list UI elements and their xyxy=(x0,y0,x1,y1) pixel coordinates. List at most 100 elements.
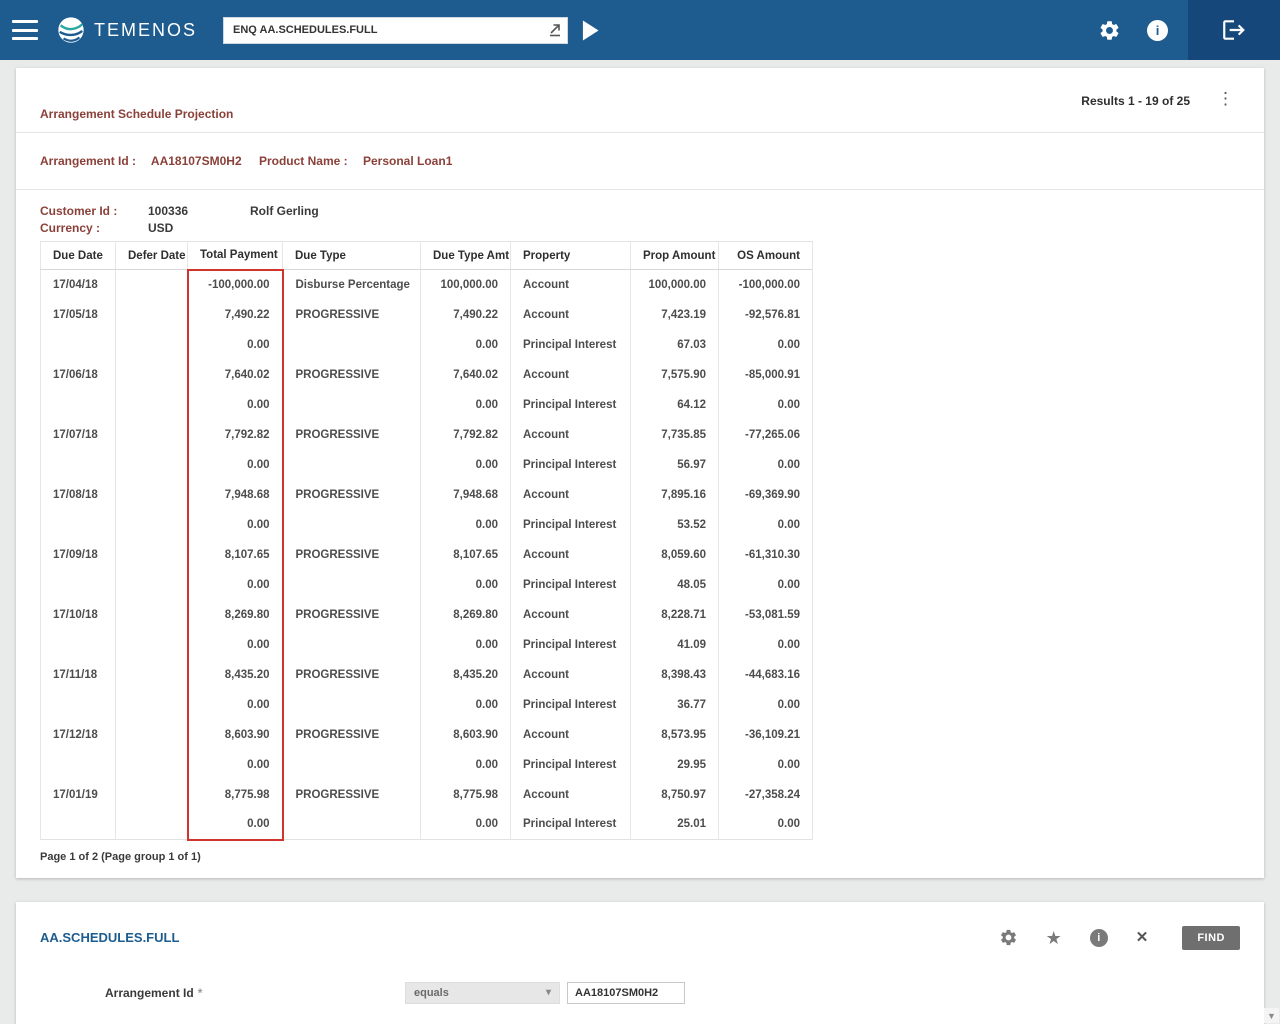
column-header[interactable]: OS Amount xyxy=(719,242,813,270)
table-cell xyxy=(116,630,188,660)
table-cell: -85,000.91 xyxy=(719,360,813,390)
table-cell: 8,107.65 xyxy=(188,540,283,570)
product-name-value: Personal Loan1 xyxy=(363,154,452,168)
customer-id-value: 100336 xyxy=(148,204,250,218)
menu-icon[interactable] xyxy=(12,20,38,40)
operator-select[interactable]: equals ▾ xyxy=(405,982,560,1004)
table-cell: -77,265.06 xyxy=(719,420,813,450)
column-header[interactable]: Due Date xyxy=(41,242,116,270)
table-cell: 64.12 xyxy=(631,390,719,420)
table-cell: 8,750.97 xyxy=(631,780,719,810)
currency-label: Currency : xyxy=(40,221,148,235)
column-header[interactable]: Due Type xyxy=(283,242,421,270)
find-button[interactable]: FIND xyxy=(1182,926,1240,950)
table-cell: 8,603.90 xyxy=(421,720,511,750)
field-label-text: Arrangement Id xyxy=(105,986,194,1000)
more-options-icon[interactable]: ⋮ xyxy=(1217,90,1234,107)
column-header[interactable]: Due Type Amt xyxy=(421,242,511,270)
run-button[interactable] xyxy=(581,19,600,42)
table-cell: 17/08/18 xyxy=(41,480,116,510)
command-input[interactable] xyxy=(223,17,568,44)
table-row[interactable]: 17/08/187,948.68PROGRESSIVE7,948.68Accou… xyxy=(41,480,813,510)
table-row[interactable]: 0.000.00Principal Interest48.050.00 xyxy=(41,570,813,600)
table-cell: Account xyxy=(511,270,631,300)
scrollbar-down-button[interactable]: ▼ xyxy=(1264,1008,1279,1023)
close-icon[interactable]: ✕ xyxy=(1136,930,1149,945)
info-icon[interactable]: i xyxy=(1147,20,1168,41)
table-row[interactable]: 17/05/187,490.22PROGRESSIVE7,490.22Accou… xyxy=(41,300,813,330)
table-cell xyxy=(116,810,188,840)
table-row[interactable]: 0.000.00Principal Interest64.120.00 xyxy=(41,390,813,420)
enquiry-criteria-card: AA.SCHEDULES.FULL ★ i ✕ FIND Arrangement… xyxy=(16,902,1264,1024)
table-cell: 0.00 xyxy=(719,570,813,600)
customer-id-label: Customer Id : xyxy=(40,204,148,218)
table-cell: 8,228.71 xyxy=(631,600,719,630)
table-cell xyxy=(41,330,116,360)
table-row[interactable]: 0.000.00Principal Interest36.770.00 xyxy=(41,690,813,720)
table-cell: Account xyxy=(511,540,631,570)
table-cell: 7,575.90 xyxy=(631,360,719,390)
table-cell: -92,576.81 xyxy=(719,300,813,330)
table-cell: 17/05/18 xyxy=(41,300,116,330)
table-cell: 7,423.19 xyxy=(631,300,719,330)
favorite-icon[interactable]: ★ xyxy=(1046,929,1062,947)
table-cell: 0.00 xyxy=(421,330,511,360)
column-header[interactable]: Defer Date xyxy=(116,242,188,270)
table-cell xyxy=(116,570,188,600)
settings-icon[interactable] xyxy=(999,928,1018,947)
table-cell: 7,490.22 xyxy=(421,300,511,330)
table-cell: 7,490.22 xyxy=(188,300,283,330)
table-cell: Account xyxy=(511,600,631,630)
table-cell: Principal Interest xyxy=(511,630,631,660)
table-cell: -44,683.16 xyxy=(719,660,813,690)
table-row[interactable]: 17/10/188,269.80PROGRESSIVE8,269.80Accou… xyxy=(41,600,813,630)
table-cell: -69,369.90 xyxy=(719,480,813,510)
table-row[interactable]: 17/06/187,640.02PROGRESSIVE7,640.02Accou… xyxy=(41,360,813,390)
table-cell: 48.05 xyxy=(631,570,719,600)
table-cell: PROGRESSIVE xyxy=(283,540,421,570)
settings-icon[interactable] xyxy=(1098,19,1121,42)
table-cell: 17/04/18 xyxy=(41,270,116,300)
table-cell: 8,269.80 xyxy=(188,600,283,630)
table-cell: Principal Interest xyxy=(511,510,631,540)
table-cell: 0.00 xyxy=(421,570,511,600)
table-cell xyxy=(283,330,421,360)
table-cell: 0.00 xyxy=(188,810,283,840)
table-row[interactable]: 0.000.00Principal Interest41.090.00 xyxy=(41,630,813,660)
table-cell xyxy=(41,630,116,660)
table-row[interactable]: 0.000.00Principal Interest29.950.00 xyxy=(41,750,813,780)
table-cell xyxy=(116,420,188,450)
table-cell: 8,603.90 xyxy=(188,720,283,750)
table-row[interactable]: 0.000.00Principal Interest25.010.00 xyxy=(41,810,813,840)
table-row[interactable]: 0.000.00Principal Interest56.970.00 xyxy=(41,450,813,480)
signout-button[interactable] xyxy=(1188,0,1280,60)
table-cell: 17/10/18 xyxy=(41,600,116,630)
table-cell: Account xyxy=(511,360,631,390)
table-cell: 17/11/18 xyxy=(41,660,116,690)
goto-icon[interactable] xyxy=(547,22,563,38)
table-row[interactable]: 17/09/188,107.65PROGRESSIVE8,107.65Accou… xyxy=(41,540,813,570)
table-cell xyxy=(41,690,116,720)
table-cell: 0.00 xyxy=(421,450,511,480)
table-cell: 7,640.02 xyxy=(421,360,511,390)
column-header[interactable]: Total Payment xyxy=(188,242,283,270)
table-row[interactable]: 17/04/18-100,000.00Disburse Percentage10… xyxy=(41,270,813,300)
table-cell: 7,792.82 xyxy=(421,420,511,450)
schedule-table: Due DateDefer DateTotal PaymentDue TypeD… xyxy=(40,241,813,841)
table-cell xyxy=(116,450,188,480)
column-header[interactable]: Prop Amount xyxy=(631,242,719,270)
table-cell: Principal Interest xyxy=(511,810,631,840)
table-row[interactable]: 17/11/188,435.20PROGRESSIVE8,435.20Accou… xyxy=(41,660,813,690)
play-icon xyxy=(581,19,600,42)
table-cell: 67.03 xyxy=(631,330,719,360)
info-icon[interactable]: i xyxy=(1090,929,1108,947)
table-row[interactable]: 17/12/188,603.90PROGRESSIVE8,603.90Accou… xyxy=(41,720,813,750)
table-header-row: Due DateDefer DateTotal PaymentDue TypeD… xyxy=(41,242,813,270)
table-row[interactable]: 17/07/187,792.82PROGRESSIVE7,792.82Accou… xyxy=(41,420,813,450)
table-row[interactable]: 17/01/198,775.98PROGRESSIVE8,775.98Accou… xyxy=(41,780,813,810)
table-cell: 8,435.20 xyxy=(421,660,511,690)
table-row[interactable]: 0.000.00Principal Interest67.030.00 xyxy=(41,330,813,360)
table-row[interactable]: 0.000.00Principal Interest53.520.00 xyxy=(41,510,813,540)
column-header[interactable]: Property xyxy=(511,242,631,270)
arrangement-id-input[interactable] xyxy=(567,982,685,1004)
